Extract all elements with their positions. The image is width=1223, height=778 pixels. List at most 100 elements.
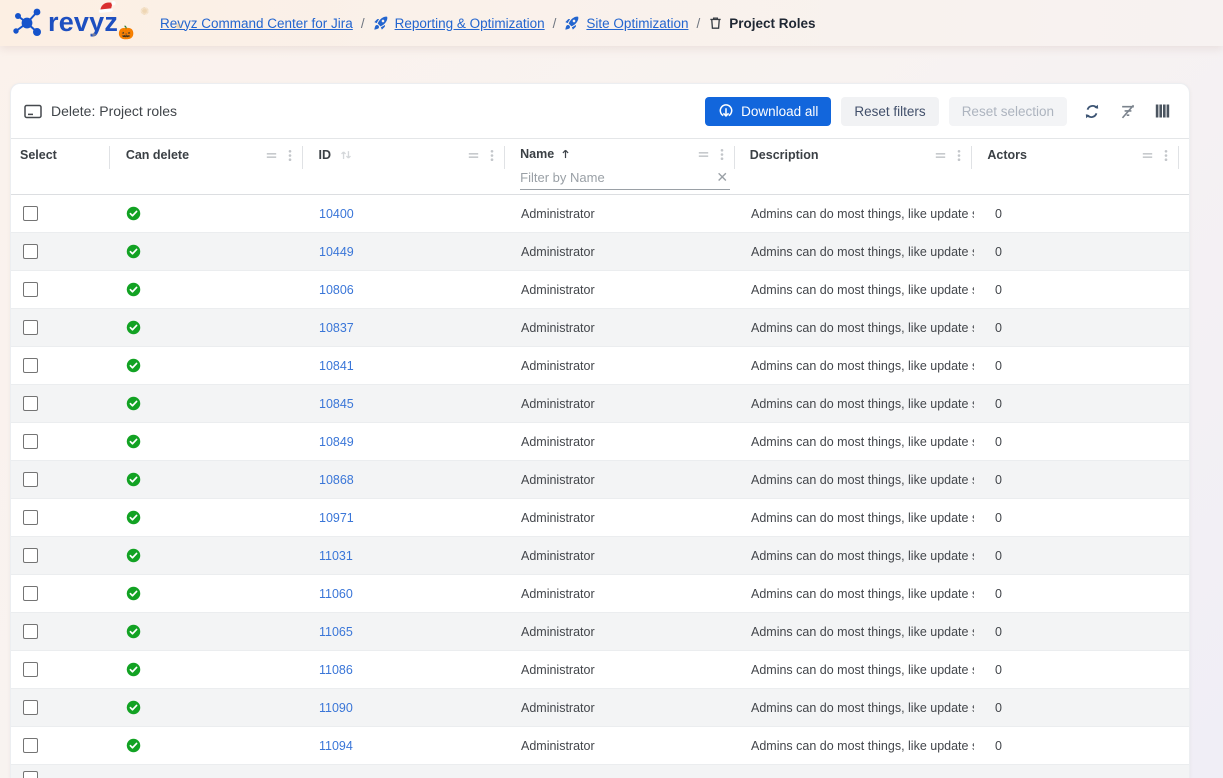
row-checkbox[interactable] — [23, 320, 38, 335]
reset-filters-button[interactable]: Reset filters — [841, 97, 938, 126]
role-description: Admins can do most things, like update s… — [751, 511, 974, 525]
row-checkbox[interactable] — [23, 282, 38, 297]
role-id-link[interactable]: 10849 — [319, 435, 354, 449]
panel-title-wrap: Delete: Project roles — [24, 103, 177, 119]
reset-selection-button[interactable]: Reset selection — [949, 97, 1067, 126]
can-delete-cell — [110, 461, 303, 498]
column-menu-icon[interactable] — [489, 148, 495, 163]
description-cell: Admins can do most things, like update s… — [736, 651, 974, 688]
description-cell: Admins can do most things, like update s… — [736, 727, 974, 764]
actors-cell: 0 — [974, 385, 1181, 422]
actors-cell: 0 — [974, 233, 1181, 270]
role-id-link[interactable]: 11031 — [319, 549, 353, 563]
column-menu-icon[interactable] — [956, 148, 962, 163]
role-actors: 0 — [989, 435, 1002, 449]
row-checkbox[interactable] — [23, 472, 38, 487]
role-id-link[interactable]: 10841 — [319, 359, 354, 373]
can-delete-check-icon — [126, 738, 141, 753]
role-id-link[interactable]: 10449 — [319, 245, 354, 259]
row-checkbox[interactable] — [23, 396, 38, 411]
row-checkbox[interactable] — [23, 624, 38, 639]
row-checkbox[interactable] — [23, 700, 38, 715]
breadcrumb-link-command-center[interactable]: Revyz Command Center for Jira — [160, 16, 353, 31]
column-drag-icon[interactable] — [933, 148, 948, 163]
role-actors: 0 — [989, 207, 1002, 221]
role-id-link[interactable]: 11086 — [319, 663, 353, 677]
table-row: 10837 Administrator Admins can do most t… — [11, 309, 1189, 347]
can-delete-check-icon — [126, 282, 141, 297]
actors-cell: 0 — [974, 537, 1181, 574]
role-id-link[interactable]: 11060 — [319, 587, 353, 601]
name-cell: Administrator — [506, 613, 736, 650]
role-id-link[interactable]: 10837 — [319, 321, 354, 335]
id-cell: 10971 — [303, 499, 506, 536]
row-checkbox[interactable] — [23, 510, 38, 525]
clear-filters-button[interactable] — [1117, 101, 1139, 122]
actors-cell: 0 — [974, 651, 1181, 688]
breadcrumb-separator: / — [361, 16, 365, 31]
revyz-logo[interactable]: revyz 🎃 ✺ ✦ ✺ — [0, 0, 160, 46]
name-filter-input[interactable] — [520, 170, 714, 185]
row-checkbox[interactable] — [23, 771, 38, 778]
column-header-description[interactable]: Description — [735, 139, 973, 194]
name-cell: Administrator — [506, 575, 736, 612]
role-description: Admins can do most things, like update s… — [751, 587, 974, 601]
row-checkbox[interactable] — [23, 738, 38, 753]
role-name: Administrator — [521, 511, 595, 525]
select-cell — [11, 575, 110, 612]
description-cell: Admins can do most things, like update s… — [736, 499, 974, 536]
id-cell: 10849 — [303, 423, 506, 460]
column-gutter — [1179, 139, 1189, 194]
can-delete-check-icon — [126, 662, 141, 677]
role-id-link[interactable]: 11065 — [319, 625, 353, 639]
role-id-link[interactable]: 10971 — [319, 511, 354, 525]
column-drag-icon[interactable] — [466, 148, 481, 163]
sort-both-icon[interactable] — [339, 148, 353, 162]
role-id-link[interactable]: 11090 — [319, 701, 353, 715]
breadcrumb: Revyz Command Center for Jira / Reportin… — [160, 15, 816, 31]
sort-asc-icon[interactable] — [559, 147, 572, 161]
columns-button[interactable] — [1153, 101, 1173, 121]
can-delete-check-icon — [126, 586, 141, 601]
can-delete-cell — [110, 309, 303, 346]
role-id-link[interactable]: 10868 — [319, 473, 354, 487]
row-checkbox[interactable] — [23, 206, 38, 221]
role-id-link[interactable]: 10845 — [319, 397, 354, 411]
breadcrumb-separator: / — [553, 16, 557, 31]
breadcrumb-link-reporting[interactable]: Reporting & Optimization — [395, 16, 545, 31]
column-drag-icon[interactable] — [1140, 148, 1155, 163]
row-checkbox[interactable] — [23, 662, 38, 677]
name-cell: Administrator — [506, 727, 736, 764]
role-actors: 0 — [989, 321, 1002, 335]
role-actors: 0 — [989, 587, 1002, 601]
row-checkbox[interactable] — [23, 586, 38, 601]
download-all-button[interactable]: Download all — [705, 97, 831, 126]
clear-filter-icon[interactable]: ✕ — [714, 170, 730, 184]
row-checkbox[interactable] — [23, 358, 38, 373]
column-header-can-delete[interactable]: Can delete — [110, 139, 303, 194]
description-cell: Admins can do most things, like update s… — [736, 195, 974, 232]
row-checkbox[interactable] — [23, 548, 38, 563]
can-delete-check-icon — [126, 206, 141, 221]
role-actors: 0 — [989, 663, 1002, 677]
column-header-id[interactable]: ID — [303, 139, 506, 194]
role-id-link[interactable]: 10806 — [319, 283, 354, 297]
select-cell — [11, 727, 110, 764]
breadcrumb-link-site-optimization[interactable]: Site Optimization — [586, 16, 688, 31]
role-id-link[interactable]: 11094 — [319, 739, 353, 753]
role-name: Administrator — [521, 549, 595, 563]
table-row: 11065 Administrator Admins can do most t… — [11, 613, 1189, 651]
column-drag-icon[interactable] — [264, 148, 279, 163]
column-header-name[interactable]: Name ✕ — [505, 139, 735, 194]
row-checkbox[interactable] — [23, 244, 38, 259]
column-menu-icon[interactable] — [287, 148, 293, 163]
column-drag-icon[interactable] — [696, 147, 711, 162]
description-cell: Admins can do most things, like update s… — [736, 271, 974, 308]
row-checkbox[interactable] — [23, 434, 38, 449]
role-id-link[interactable]: 10400 — [319, 207, 354, 221]
column-menu-icon[interactable] — [719, 147, 725, 162]
refresh-button[interactable] — [1081, 101, 1103, 122]
column-menu-icon[interactable] — [1163, 148, 1169, 163]
column-header-actors[interactable]: Actors — [972, 139, 1179, 194]
role-description: Admins can do most things, like update s… — [751, 435, 974, 449]
